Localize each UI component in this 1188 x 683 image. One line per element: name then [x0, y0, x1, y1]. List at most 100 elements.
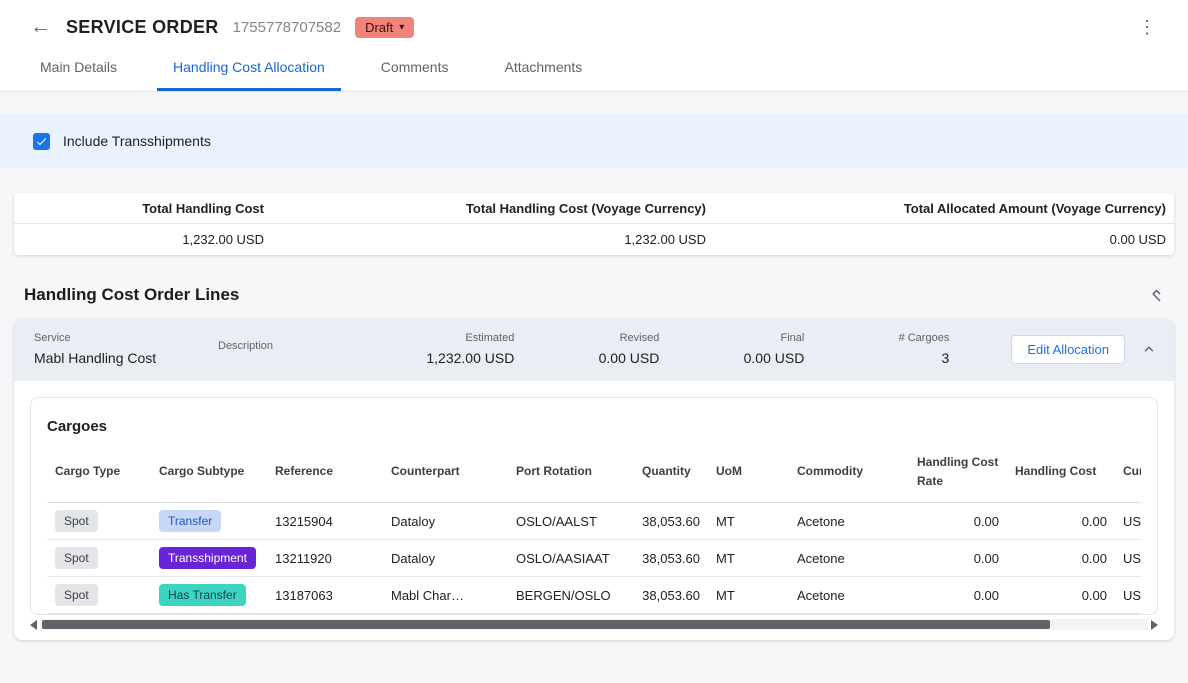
col-header-commodity: Commodity [789, 439, 909, 503]
include-transshipments-label: Include Transshipments [63, 133, 211, 149]
horizontal-scrollbar [30, 618, 1158, 631]
header-top: ← SERVICE ORDER 1755778707582 Draft ▾ ⋮ [0, 0, 1188, 47]
description-field: Description [218, 340, 382, 358]
col-header-reference: Reference [267, 439, 383, 503]
cargo-type-cell: Spot [47, 577, 151, 614]
service-value: Mabl Handling Cost [34, 350, 218, 366]
description-label: Description [218, 340, 382, 352]
col-header-currency: Currency [1115, 439, 1141, 503]
counterpart-cell: Mabl Char… [383, 577, 508, 614]
port-rotation-cell: OSLO/AALST [508, 503, 634, 540]
line-card-body: Cargoes Cargo Type Cargo Subtype Referen… [14, 381, 1174, 640]
tab-attachments[interactable]: Attachments [488, 47, 598, 91]
commodity-cell: Acetone [789, 577, 909, 614]
collapse-all-icon[interactable] [1149, 288, 1164, 303]
scrollbar-track[interactable] [40, 619, 1148, 630]
revised-field: Revised 0.00 USD [514, 332, 659, 366]
kebab-menu-icon[interactable]: ⋮ [1134, 17, 1160, 38]
currency-cell: USD [1115, 577, 1141, 614]
total-allocated-amount-header: Total Allocated Amount (Voyage Currency) [706, 201, 1174, 216]
estimated-field: Estimated 1,232.00 USD [382, 332, 514, 366]
uom-cell: MT [708, 540, 789, 577]
cargo-table-header-row: Cargo Type Cargo Subtype Reference Count… [47, 439, 1141, 503]
include-transshipments-checkbox[interactable] [33, 133, 50, 150]
cargo-row-1[interactable]: Spot Transfer 13215904 Dataloy OSLO/AALS… [47, 503, 1141, 540]
estimated-value: 1,232.00 USD [382, 350, 514, 366]
final-value: 0.00 USD [659, 350, 804, 366]
cargo-type-cell: Spot [47, 540, 151, 577]
handling-cost-cell: 0.00 [1007, 577, 1115, 614]
total-handling-cost-voyage-header: Total Handling Cost (Voyage Currency) [264, 201, 706, 216]
port-rotation-cell: OSLO/AASIAAT [508, 540, 634, 577]
totals-header-row: Total Handling Cost Total Handling Cost … [14, 193, 1174, 224]
scroll-right-icon[interactable] [1151, 620, 1158, 630]
cargo-type-cell: Spot [47, 503, 151, 540]
cargo-subtype-cell: Has Transfer [151, 577, 267, 614]
cargo-type-badge: Spot [55, 547, 98, 569]
col-header-counterpart: Counterpart [383, 439, 508, 503]
col-header-cargo-type: Cargo Type [47, 439, 151, 503]
scroll-left-icon[interactable] [30, 620, 37, 630]
quantity-cell: 38,053.60 [634, 577, 708, 614]
cargo-type-badge: Spot [55, 510, 98, 532]
edit-allocation-button[interactable]: Edit Allocation [1011, 335, 1125, 364]
col-header-uom: UoM [708, 439, 789, 503]
revised-label: Revised [514, 332, 659, 344]
counterpart-cell: Dataloy [383, 503, 508, 540]
reference-cell: 13215904 [267, 503, 383, 540]
commodity-cell: Acetone [789, 540, 909, 577]
cargo-row-3[interactable]: Spot Has Transfer 13187063 Mabl Char… BE… [47, 577, 1141, 614]
total-handling-cost-voyage-value: 1,232.00 USD [264, 232, 706, 247]
port-rotation-cell: BERGEN/OSLO [508, 577, 634, 614]
revised-value: 0.00 USD [514, 350, 659, 366]
total-allocated-amount-value: 0.00 USD [706, 232, 1174, 247]
status-badge[interactable]: Draft ▾ [355, 17, 414, 38]
total-handling-cost-value: 1,232.00 USD [14, 232, 264, 247]
handling-cost-line-card: Service Mabl Handling Cost Description E… [14, 319, 1174, 640]
service-field: Service Mabl Handling Cost [34, 332, 218, 366]
col-header-port-rotation: Port Rotation [508, 439, 634, 503]
uom-cell: MT [708, 503, 789, 540]
order-lines-section-heading: Handling Cost Order Lines [24, 285, 1164, 305]
cargoes-title: Cargoes [47, 418, 1141, 435]
cargo-subtype-cell: Transfer [151, 503, 267, 540]
col-header-handling-cost: Handling Cost [1007, 439, 1115, 503]
back-icon[interactable]: ← [30, 15, 58, 39]
quantity-cell: 38,053.60 [634, 503, 708, 540]
cargo-subtype-cell: Transshipment [151, 540, 267, 577]
scrollbar-thumb[interactable] [42, 620, 1050, 629]
include-transshipments-bar: Include Transshipments [0, 114, 1188, 168]
reference-cell: 13187063 [267, 577, 383, 614]
handling-cost-rate-cell: 0.00 [909, 503, 1007, 540]
totals-card: Total Handling Cost Total Handling Cost … [14, 193, 1174, 255]
handling-cost-cell: 0.00 [1007, 540, 1115, 577]
cargo-subtype-badge: Transfer [159, 510, 221, 532]
tab-handling-cost-allocation[interactable]: Handling Cost Allocation [157, 47, 341, 91]
handling-cost-rate-cell: 0.00 [909, 540, 1007, 577]
tab-main-details[interactable]: Main Details [24, 47, 133, 91]
cargo-subtype-badge: Transshipment [159, 547, 256, 569]
final-label: Final [659, 332, 804, 344]
cargo-row-2[interactable]: Spot Transshipment 13211920 Dataloy OSLO… [47, 540, 1141, 577]
cargo-type-badge: Spot [55, 584, 98, 606]
app-header: ← SERVICE ORDER 1755778707582 Draft ▾ ⋮ … [0, 0, 1188, 92]
cargo-subtype-badge: Has Transfer [159, 584, 246, 606]
currency-cell: USD [1115, 503, 1141, 540]
line-summary-strip: Service Mabl Handling Cost Description E… [14, 319, 1174, 381]
final-field: Final 0.00 USD [659, 332, 804, 366]
handling-cost-cell: 0.00 [1007, 503, 1115, 540]
total-handling-cost-header: Total Handling Cost [14, 201, 264, 216]
estimated-label: Estimated [382, 332, 514, 344]
col-header-cargo-subtype: Cargo Subtype [151, 439, 267, 503]
commodity-cell: Acetone [789, 503, 909, 540]
totals-value-row: 1,232.00 USD 1,232.00 USD 0.00 USD [14, 224, 1174, 255]
chevron-up-icon[interactable] [1142, 342, 1156, 356]
cargo-count-field: # Cargoes 3 [804, 332, 949, 366]
tab-comments[interactable]: Comments [365, 47, 465, 91]
cargo-count-value: 3 [804, 350, 949, 366]
col-header-handling-cost-rate: Handling Cost Rate [909, 439, 1007, 503]
uom-cell: MT [708, 577, 789, 614]
order-number: 1755778707582 [233, 19, 341, 36]
tab-bar: Main Details Handling Cost Allocation Co… [0, 47, 1188, 91]
reference-cell: 13211920 [267, 540, 383, 577]
